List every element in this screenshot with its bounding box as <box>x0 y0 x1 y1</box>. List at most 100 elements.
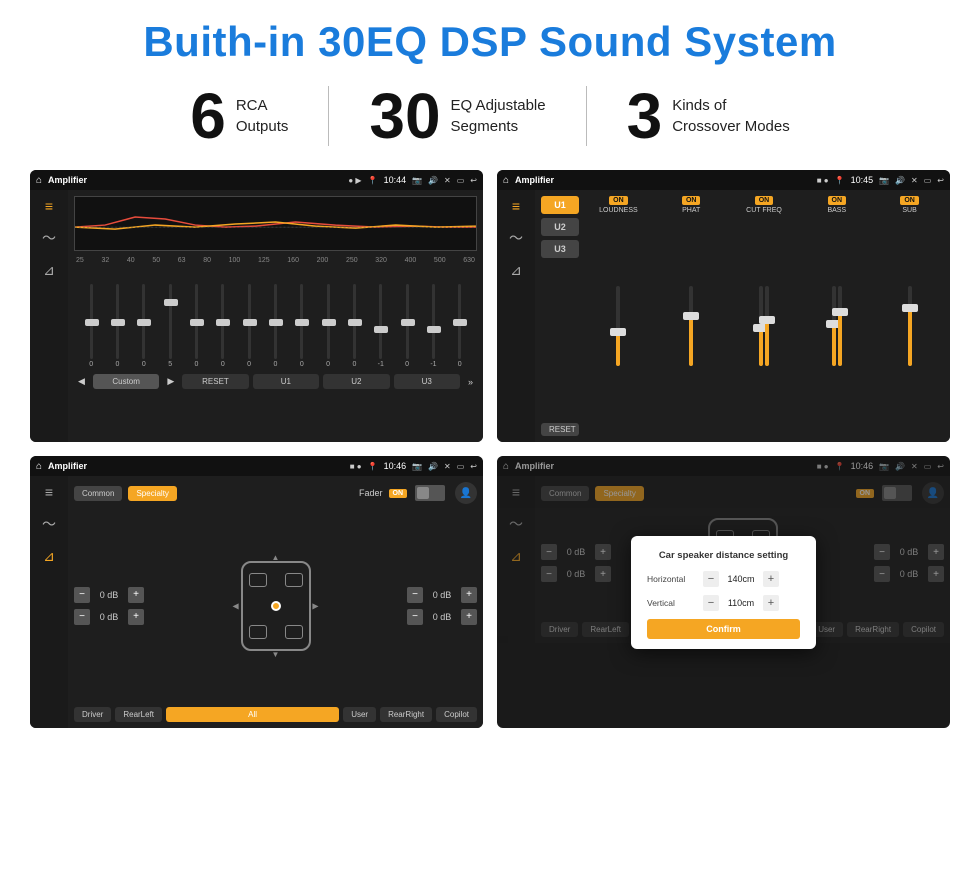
screen3-wave-icon[interactable]: 〜 <box>42 514 56 534</box>
screen1-content: ≡ 〜 ⊿ 25 32 <box>30 190 483 442</box>
fader-all-btn[interactable]: All <box>166 707 339 722</box>
db-row-fl: − 0 dB + <box>74 587 144 603</box>
dialog-confirm-button[interactable]: Confirm <box>647 619 800 639</box>
dialog-vertical-plus[interactable]: + <box>763 595 779 611</box>
eq-slider-10[interactable]: 0 <box>341 284 367 368</box>
eq-slider-4[interactable]: 0 <box>183 284 209 368</box>
db-minus-fr[interactable]: − <box>407 587 423 603</box>
ch-bass: ON BASS <box>802 196 871 436</box>
db-minus-rl[interactable]: − <box>74 609 90 625</box>
ch-loudness-slider[interactable] <box>584 216 653 436</box>
screen1-topbar: ⌂ Amplifier ● ▶ 📍 10:44 📷 🔊 ✕ ▭ ↩ <box>30 170 483 190</box>
fader-on-toggle[interactable]: ON <box>389 489 408 498</box>
ch-cutfreq-slider[interactable] <box>730 216 799 436</box>
crossover-u3-btn[interactable]: U3 <box>541 240 579 258</box>
crossover-reset-btn[interactable]: RESET <box>541 423 579 436</box>
db-val-fl: 0 dB <box>94 590 124 600</box>
eq-freq-630: 630 <box>463 257 475 264</box>
screen2-wave-icon[interactable]: 〜 <box>509 228 523 248</box>
ch-phat-on[interactable]: ON <box>682 196 701 205</box>
db-plus-rr[interactable]: + <box>461 609 477 625</box>
ch-cutfreq-on[interactable]: ON <box>755 196 774 205</box>
dialog-horizontal-plus[interactable]: + <box>763 571 779 587</box>
ch-sub-slider[interactable] <box>875 216 944 436</box>
eq-freq-400: 400 <box>405 257 417 264</box>
db-val-rr: 0 dB <box>427 612 457 622</box>
screen3-min: ▭ <box>457 462 465 471</box>
screen2-speaker-icon[interactable]: ⊿ <box>510 262 522 279</box>
db-plus-fl[interactable]: + <box>128 587 144 603</box>
stat-eq: 30 EQ Adjustable Segments <box>329 84 585 148</box>
fader-driver-btn[interactable]: Driver <box>74 707 111 722</box>
eq-more-button[interactable]: » <box>464 375 477 389</box>
screen2-back: ↩ <box>937 176 944 185</box>
screen3-topbar: ⌂ Amplifier ■ ● 📍 10:46 📷 🔊 ✕ ▭ ↩ <box>30 456 483 476</box>
stat-crossover-text: Kinds of Crossover Modes <box>672 95 790 137</box>
screen3-speaker-icon[interactable]: ⊿ <box>43 548 55 565</box>
dialog-horizontal-label: Horizontal <box>647 574 699 584</box>
eq-slider-6[interactable]: 0 <box>236 284 262 368</box>
fader-left-db-controls: − 0 dB + − 0 dB + <box>74 508 144 703</box>
eq-slider-8[interactable]: 0 <box>289 284 315 368</box>
dialog-horizontal-minus[interactable]: − <box>703 571 719 587</box>
speaker-sidebar-icon[interactable]: ⊿ <box>43 262 55 279</box>
eq-slider-13[interactable]: -1 <box>420 284 446 368</box>
ch-loudness-on[interactable]: ON <box>609 196 628 205</box>
ch-cutfreq: ON CUT FREQ <box>730 196 799 436</box>
screen3-volume: 🔊 <box>428 462 438 471</box>
fader-top-row: Common Specialty Fader ON 👤 <box>74 482 477 504</box>
eq-slider-7[interactable]: 0 <box>262 284 288 368</box>
eq-custom-btn[interactable]: Custom <box>93 374 159 389</box>
screen3-main: Common Specialty Fader ON 👤 <box>68 476 483 728</box>
ch-bass-on[interactable]: ON <box>828 196 847 205</box>
eq-slider-14[interactable]: 0 <box>447 284 473 368</box>
camera-icon: 📷 <box>412 176 422 185</box>
screen2-topbar: ⌂ Amplifier ■ ● 📍 10:45 📷 🔊 ✕ ▭ ↩ <box>497 170 950 190</box>
dialog-vertical-minus[interactable]: − <box>703 595 719 611</box>
screen3-eq-icon[interactable]: ≡ <box>45 484 53 500</box>
eq-slider-5[interactable]: 0 <box>210 284 236 368</box>
eq-slider-2[interactable]: 0 <box>131 284 157 368</box>
screen-crossover: ⌂ Amplifier ■ ● 📍 10:45 📷 🔊 ✕ ▭ ↩ ≡ 〜 ⊿ <box>497 170 950 442</box>
fader-user-btn[interactable]: User <box>343 707 376 722</box>
fader-body: − 0 dB + − 0 dB + <box>74 508 477 703</box>
eq-u2-btn[interactable]: U2 <box>323 374 389 389</box>
eq-slider-9[interactable]: 0 <box>315 284 341 368</box>
eq-sidebar-icon[interactable]: ≡ <box>45 198 53 214</box>
ch-phat-slider[interactable] <box>657 216 726 436</box>
eq-slider-0[interactable]: 0 <box>78 284 104 368</box>
screen2-eq-icon[interactable]: ≡ <box>512 198 520 214</box>
stats-row: 6 RCA Outputs 30 EQ Adjustable Segments … <box>30 84 950 148</box>
fader-copilot-btn[interactable]: Copilot <box>436 707 477 722</box>
ch-sub-on[interactable]: ON <box>900 196 919 205</box>
screen3-location: 📍 <box>368 462 378 471</box>
eq-freq-50: 50 <box>152 257 160 264</box>
eq-u3-btn[interactable]: U3 <box>394 374 460 389</box>
fader-rearright-btn[interactable]: RearRight <box>380 707 432 722</box>
eq-slider-12[interactable]: 0 <box>394 284 420 368</box>
eq-freq-25: 25 <box>76 257 84 264</box>
car-diagram: ▲ ▼ ◀ ▶ <box>150 508 401 703</box>
eq-slider-1[interactable]: 0 <box>104 284 130 368</box>
eq-next-button[interactable]: ▶ <box>163 374 178 389</box>
eq-slider-3[interactable]: 5 <box>157 284 183 368</box>
fader-specialty-btn[interactable]: Specialty <box>128 486 176 501</box>
wave-sidebar-icon[interactable]: 〜 <box>42 228 56 248</box>
eq-prev-button[interactable]: ◀ <box>74 374 89 389</box>
ch-bass-slider[interactable] <box>802 216 871 436</box>
eq-slider-11[interactable]: -1 <box>368 284 394 368</box>
fader-rearleft-btn[interactable]: RearLeft <box>115 707 162 722</box>
eq-reset-btn[interactable]: RESET <box>182 374 248 389</box>
eq-u1-btn[interactable]: U1 <box>253 374 319 389</box>
db-plus-fr[interactable]: + <box>461 587 477 603</box>
db-row-fr: − 0 dB + <box>407 587 477 603</box>
screen2-time: 10:45 <box>851 175 874 185</box>
crossover-u1-btn[interactable]: U1 <box>541 196 579 214</box>
crossover-u2-btn[interactable]: U2 <box>541 218 579 236</box>
db-plus-rl[interactable]: + <box>128 609 144 625</box>
fader-common-btn[interactable]: Common <box>74 486 122 501</box>
screen3-content: ≡ 〜 ⊿ Common Specialty Fader ON <box>30 476 483 728</box>
db-minus-fl[interactable]: − <box>74 587 90 603</box>
db-minus-rr[interactable]: − <box>407 609 423 625</box>
screen3-side-panel: ≡ 〜 ⊿ <box>30 476 68 728</box>
